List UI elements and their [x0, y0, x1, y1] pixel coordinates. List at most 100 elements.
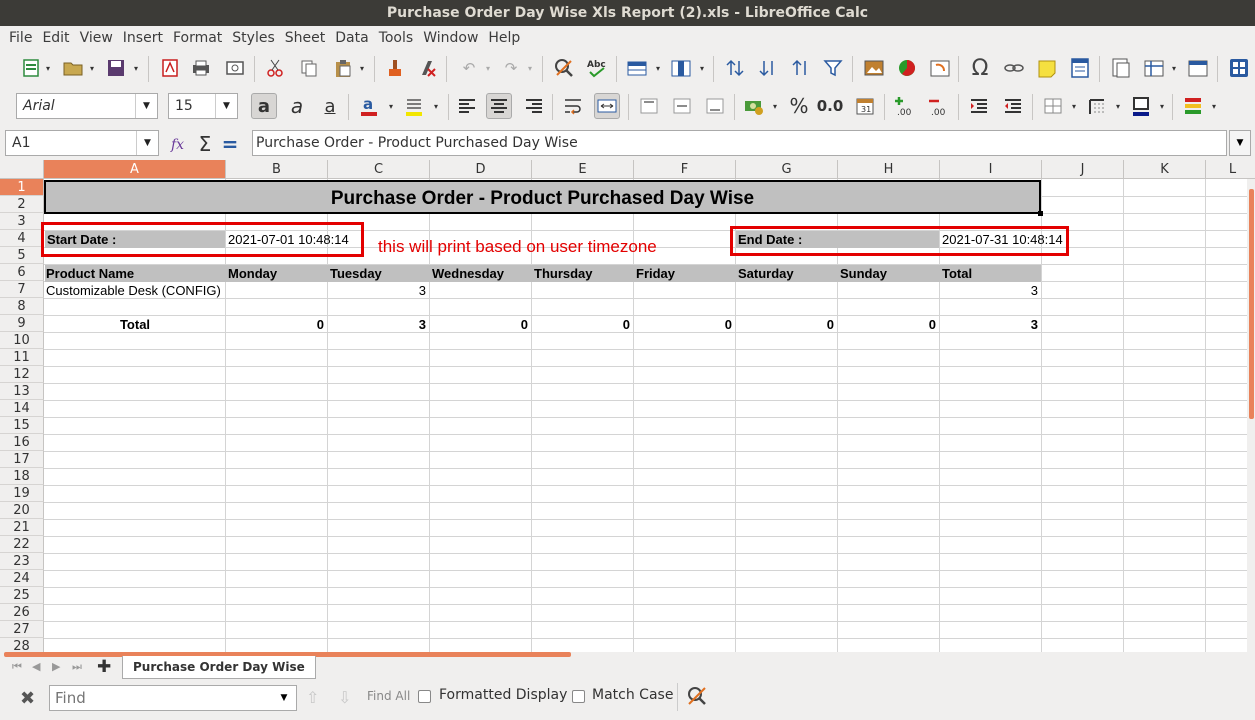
row-header-25[interactable]: 25: [0, 587, 44, 604]
total-label-cell[interactable]: Total: [45, 316, 225, 332]
menu-file[interactable]: File: [4, 30, 37, 46]
column-header-l[interactable]: L: [1206, 160, 1255, 179]
menu-help[interactable]: Help: [483, 30, 525, 46]
find-previous-icon[interactable]: ⇧: [306, 688, 319, 707]
add-decimal-icon[interactable]: .00: [892, 93, 918, 119]
highlight-dropdown-icon[interactable]: ▾: [432, 102, 440, 111]
delete-decimal-icon[interactable]: .00: [926, 93, 952, 119]
total-cell-c[interactable]: 3: [329, 316, 429, 332]
currency-format-icon[interactable]: [741, 93, 767, 119]
row-dropdown-icon[interactable]: ▾: [654, 64, 662, 73]
sort-descending-icon[interactable]: [788, 55, 814, 81]
highlight-color-icon[interactable]: [401, 93, 427, 119]
row-header-20[interactable]: 20: [0, 502, 44, 519]
formatted-display-checkbox[interactable]: [418, 690, 431, 703]
match-case-checkbox[interactable]: [572, 690, 585, 703]
row-header-24[interactable]: 24: [0, 570, 44, 587]
report-title-cell[interactable]: Purchase Order - Product Purchased Day W…: [44, 180, 1041, 214]
paste-icon[interactable]: [330, 55, 356, 81]
product-cell-c[interactable]: 3: [329, 282, 429, 298]
menu-view[interactable]: View: [75, 30, 118, 46]
border-style-icon[interactable]: [1084, 93, 1110, 119]
open-dropdown-icon[interactable]: ▾: [88, 64, 96, 73]
special-character-icon[interactable]: Ω: [967, 55, 993, 81]
freeze-panes-icon[interactable]: [1141, 55, 1167, 81]
product-cell-e[interactable]: [533, 282, 633, 298]
increase-indent-icon[interactable]: [966, 93, 992, 119]
align-right-icon[interactable]: [521, 93, 547, 119]
open-folder-icon[interactable]: [60, 55, 86, 81]
font-color-icon[interactable]: a: [356, 93, 382, 119]
font-color-dropdown-icon[interactable]: ▾: [387, 102, 395, 111]
product-cell-f[interactable]: [635, 282, 735, 298]
product-cell-d[interactable]: [431, 282, 531, 298]
row-header-23[interactable]: 23: [0, 553, 44, 570]
sort-icon[interactable]: [722, 55, 748, 81]
header-cell-e[interactable]: Thursday: [533, 265, 633, 281]
menu-styles[interactable]: Styles: [227, 30, 279, 46]
total-cell-e[interactable]: 0: [533, 316, 633, 332]
merge-center-icon[interactable]: [594, 93, 620, 119]
row-header-10[interactable]: 10: [0, 332, 44, 349]
menu-format[interactable]: Format: [168, 30, 227, 46]
redo-dropdown-icon[interactable]: ▾: [526, 64, 534, 73]
pivot-table-icon[interactable]: [927, 55, 953, 81]
column-header-k[interactable]: K: [1124, 160, 1206, 179]
insert-image-icon[interactable]: [861, 55, 887, 81]
paste-dropdown-icon[interactable]: ▾: [358, 64, 366, 73]
freeze-dropdown-icon[interactable]: ▾: [1170, 64, 1178, 73]
find-dropdown-icon[interactable]: ▼: [272, 686, 296, 710]
first-sheet-icon[interactable]: ⏮: [12, 660, 22, 674]
row-header-8[interactable]: 8: [0, 298, 44, 315]
border-color-icon[interactable]: [1128, 93, 1154, 119]
hyperlink-icon[interactable]: [1001, 55, 1027, 81]
find-next-icon[interactable]: ⇩: [338, 688, 351, 707]
copy-icon[interactable]: [296, 55, 322, 81]
total-cell-d[interactable]: 0: [431, 316, 531, 332]
header-cell-f[interactable]: Friday: [635, 265, 735, 281]
menu-data[interactable]: Data: [330, 30, 373, 46]
row-header-18[interactable]: 18: [0, 468, 44, 485]
header-cell-i[interactable]: Total: [941, 265, 1041, 281]
print-icon[interactable]: [188, 55, 214, 81]
align-top-icon[interactable]: [636, 93, 662, 119]
column-header-h[interactable]: H: [838, 160, 940, 179]
menu-tools[interactable]: Tools: [374, 30, 419, 46]
italic-icon[interactable]: a: [284, 93, 310, 119]
function-wizard-icon[interactable]: fx: [167, 131, 193, 157]
cut-icon[interactable]: [262, 55, 288, 81]
conditional-dropdown-icon[interactable]: ▾: [1210, 102, 1218, 111]
number-format-icon[interactable]: 0.0: [817, 93, 844, 119]
split-window-icon[interactable]: [1185, 55, 1211, 81]
row-icon[interactable]: [624, 55, 650, 81]
row-header-3[interactable]: 3: [0, 213, 44, 230]
date-format-icon[interactable]: 31: [852, 93, 878, 119]
sheet-tab-active[interactable]: Purchase Order Day Wise: [122, 656, 316, 679]
header-cell-d[interactable]: Wednesday: [431, 265, 531, 281]
column-header-f[interactable]: F: [634, 160, 736, 179]
bold-icon[interactable]: a: [251, 93, 277, 119]
find-input[interactable]: [50, 687, 265, 709]
column-icon[interactable]: [668, 55, 694, 81]
column-header-g[interactable]: G: [736, 160, 838, 179]
row-header-21[interactable]: 21: [0, 519, 44, 536]
product-cell-h[interactable]: [839, 282, 939, 298]
add-sheet-icon[interactable]: ✚: [97, 657, 111, 677]
border-color-dropdown-icon[interactable]: ▾: [1158, 102, 1166, 111]
total-cell-h[interactable]: 0: [839, 316, 939, 332]
name-box[interactable]: A1 ▼: [5, 130, 159, 156]
autofilter-icon[interactable]: [820, 55, 846, 81]
row-header-9[interactable]: 9: [0, 315, 44, 332]
last-sheet-icon[interactable]: ⏭: [72, 660, 82, 674]
redo-icon[interactable]: ↷: [498, 55, 524, 81]
row-header-17[interactable]: 17: [0, 451, 44, 468]
row-header-2[interactable]: 2: [0, 196, 44, 213]
row-header-11[interactable]: 11: [0, 349, 44, 366]
menu-sheet[interactable]: Sheet: [280, 30, 330, 46]
conditional-format-icon[interactable]: [1180, 93, 1206, 119]
spreadsheet-grid[interactable]: ABCDEFGHIJKL 1 2 3 4 5 6 7 8 9 10 11 12 13 14 15 16 17 18…: [0, 160, 1255, 652]
column-header-j[interactable]: J: [1042, 160, 1124, 179]
total-cell-i[interactable]: 3: [941, 316, 1041, 332]
align-center-icon[interactable]: [486, 93, 512, 119]
find-replace-dialog-icon[interactable]: [685, 684, 709, 708]
